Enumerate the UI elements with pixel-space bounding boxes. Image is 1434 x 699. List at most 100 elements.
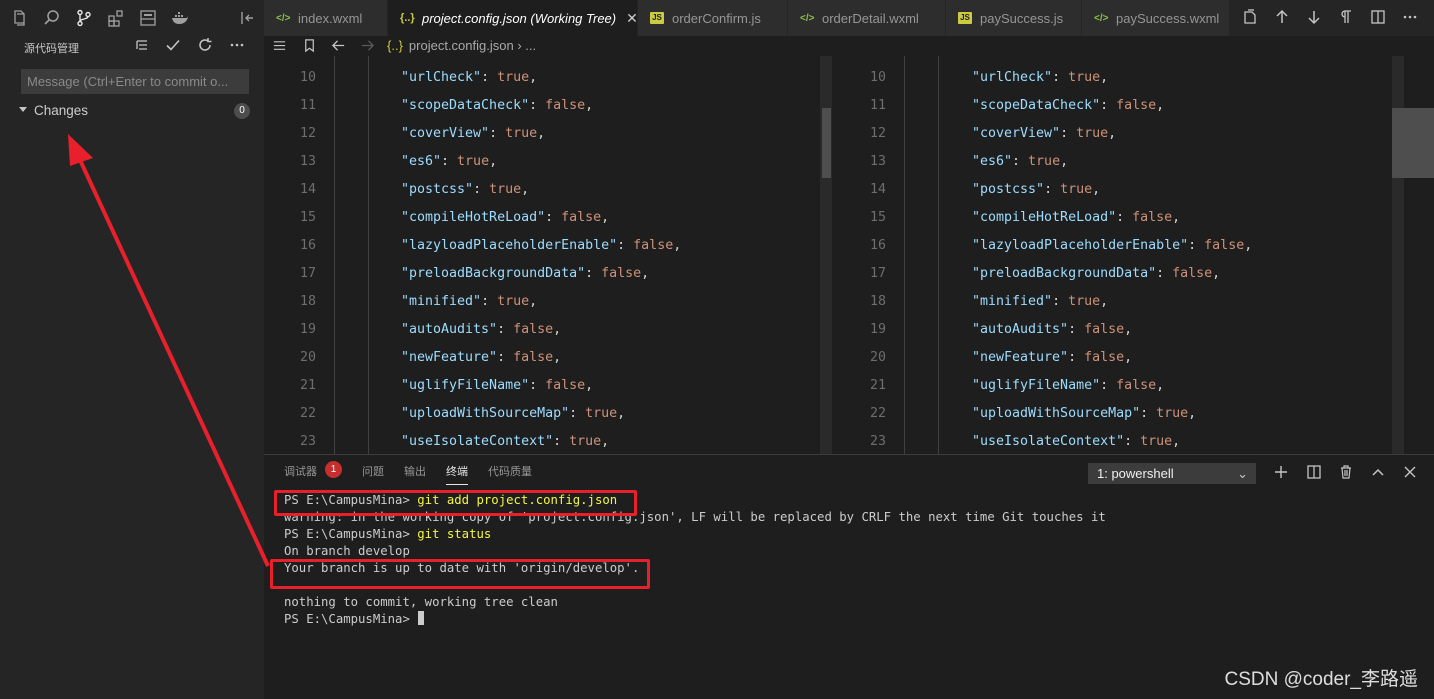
tab-terminal[interactable]: 终端 xyxy=(446,463,468,485)
json-key: "scopeDataCheck" xyxy=(401,98,530,113)
json-colon: : xyxy=(1052,70,1069,85)
wxml-icon: </> xyxy=(276,12,291,24)
terminal-select[interactable]: 1: powershell ⌄ xyxy=(1088,463,1256,484)
line-number: 16 xyxy=(869,238,886,253)
close-icon[interactable]: ✕ xyxy=(626,10,637,27)
code-line: 18 "minified": true, xyxy=(264,288,834,316)
tab-label: index.wxml xyxy=(298,10,363,26)
scrollbar-thumb[interactable] xyxy=(1392,108,1434,178)
json-colon: : xyxy=(1100,98,1117,113)
tab-project-config-json[interactable]: {..} project.config.json (Working Tree) … xyxy=(388,0,638,36)
list-icon[interactable] xyxy=(272,38,288,54)
diff-editor-modified[interactable]: 10 "urlCheck": true, 11 "scopeDataCheck": f… xyxy=(834,56,1434,454)
commit-check-icon[interactable] xyxy=(165,37,183,55)
sidebar-title: 源代码管理 xyxy=(24,43,79,55)
json-colon: : xyxy=(569,406,586,421)
code-line: 17 "preloadBackgroundData": false, xyxy=(264,260,834,288)
json-key: "compileHotReLoad" xyxy=(401,210,546,225)
code-line: 23 "useIsolateContext": true, xyxy=(834,428,1434,454)
line-number: 23 xyxy=(869,434,886,449)
json-colon: : xyxy=(553,434,570,449)
scrollbar-thumb[interactable] xyxy=(822,108,831,178)
code-text: "coverView": true, xyxy=(401,120,545,148)
files-icon[interactable] xyxy=(11,9,29,27)
more-icon[interactable] xyxy=(229,37,247,55)
split-editor-icon[interactable] xyxy=(1370,9,1388,27)
json-key: "coverView" xyxy=(972,126,1061,141)
tab-pay-success-js[interactable]: JS paySuccess.js xyxy=(946,0,1082,36)
code-text: "postcss": true, xyxy=(972,176,1100,204)
split-terminal-icon[interactable] xyxy=(1306,464,1324,482)
json-key: "newFeature" xyxy=(972,350,1069,365)
panel-toggle-icon[interactable] xyxy=(239,9,257,27)
json-comma: , xyxy=(673,238,682,253)
view-as-tree-icon[interactable] xyxy=(134,37,152,55)
json-comma: , xyxy=(553,322,562,337)
json-key: "newFeature" xyxy=(401,350,498,365)
line-number: 13 xyxy=(299,154,316,169)
tab-index-wxml[interactable]: </> index.wxml xyxy=(264,0,388,36)
code-line: 19 "autoAudits": false, xyxy=(264,316,834,344)
kill-terminal-icon[interactable] xyxy=(1338,464,1356,482)
more-icon[interactable] xyxy=(1402,9,1420,27)
json-comma: , xyxy=(529,294,538,309)
maximize-panel-icon[interactable] xyxy=(1370,464,1388,482)
source-control-icon[interactable] xyxy=(75,9,93,27)
vertical-scrollbar[interactable] xyxy=(820,56,832,454)
json-key: "uploadWithSourceMap" xyxy=(972,406,1141,421)
code-text: "autoAudits": false, xyxy=(972,316,1132,344)
code-text: "urlCheck": true, xyxy=(401,64,537,92)
json-colon: : xyxy=(441,154,458,169)
tab-debugger[interactable]: 调试器 xyxy=(284,463,317,479)
js-icon: JS xyxy=(650,12,664,24)
json-value: true xyxy=(1140,434,1173,449)
tab-label: orderConfirm.js xyxy=(672,10,761,26)
open-changes-icon[interactable] xyxy=(1242,9,1260,27)
json-colon: : xyxy=(1156,266,1173,281)
tab-pay-success-wxml[interactable]: </> paySuccess.wxml xyxy=(1082,0,1230,36)
search-icon[interactable] xyxy=(43,9,61,27)
tab-order-detail-wxml[interactable]: </> orderDetail.wxml xyxy=(788,0,946,36)
bookmark-icon[interactable] xyxy=(302,38,318,54)
refresh-icon[interactable] xyxy=(197,37,215,55)
json-value: false xyxy=(545,378,586,393)
json-key: "minified" xyxy=(401,294,482,309)
breadcrumb-path[interactable]: {..} project.config.json › ... xyxy=(387,38,536,53)
line-number: 11 xyxy=(869,98,886,113)
whitespace-icon[interactable] xyxy=(1338,9,1356,27)
close-panel-icon[interactable] xyxy=(1402,464,1420,482)
previous-change-icon[interactable] xyxy=(1274,9,1292,27)
docker-icon[interactable] xyxy=(171,9,189,27)
breadcrumb-ellipsis: ... xyxy=(525,38,537,53)
changes-group-header[interactable]: Changes 0 xyxy=(14,101,252,121)
code-line: 15 "compileHotReLoad": false, xyxy=(834,204,1434,232)
json-key: "scopeDataCheck" xyxy=(972,98,1101,113)
line-number: 22 xyxy=(299,406,316,421)
json-colon: : xyxy=(1068,350,1085,365)
line-number: 10 xyxy=(869,70,886,85)
tab-order-confirm-js[interactable]: JS orderConfirm.js xyxy=(638,0,788,36)
vertical-scrollbar[interactable] xyxy=(1392,56,1434,454)
json-value: false xyxy=(561,210,602,225)
json-key: "useIsolateContext" xyxy=(972,434,1125,449)
terminal-prompt: PS E:\CampusMina> xyxy=(284,612,418,626)
add-terminal-icon[interactable] xyxy=(1273,464,1291,482)
json-key: "preloadBackgroundData" xyxy=(401,266,586,281)
remote-explorer-icon[interactable] xyxy=(139,9,157,27)
json-comma: , xyxy=(553,350,562,365)
diff-editor-original[interactable]: 10 "urlCheck": true, 11 "scopeDataCheck": f… xyxy=(264,56,834,454)
code-text: "postcss": true, xyxy=(401,176,529,204)
tab-problems[interactable]: 问题 xyxy=(362,463,384,479)
code-text: "uploadWithSourceMap": true, xyxy=(401,400,625,428)
back-arrow-icon[interactable] xyxy=(331,38,347,54)
extensions-icon[interactable] xyxy=(107,9,125,27)
commit-message-input[interactable] xyxy=(21,69,249,94)
forward-arrow-icon[interactable] xyxy=(360,38,376,54)
code-line: 12 "coverView": true, xyxy=(834,120,1434,148)
annotation-box-git-add xyxy=(274,490,637,516)
tab-output[interactable]: 输出 xyxy=(404,463,426,479)
tab-code-quality[interactable]: 代码质量 xyxy=(488,463,532,479)
next-change-icon[interactable] xyxy=(1306,9,1324,27)
breadcrumb-separator: › xyxy=(517,38,522,53)
json-icon: {..} xyxy=(400,12,415,24)
